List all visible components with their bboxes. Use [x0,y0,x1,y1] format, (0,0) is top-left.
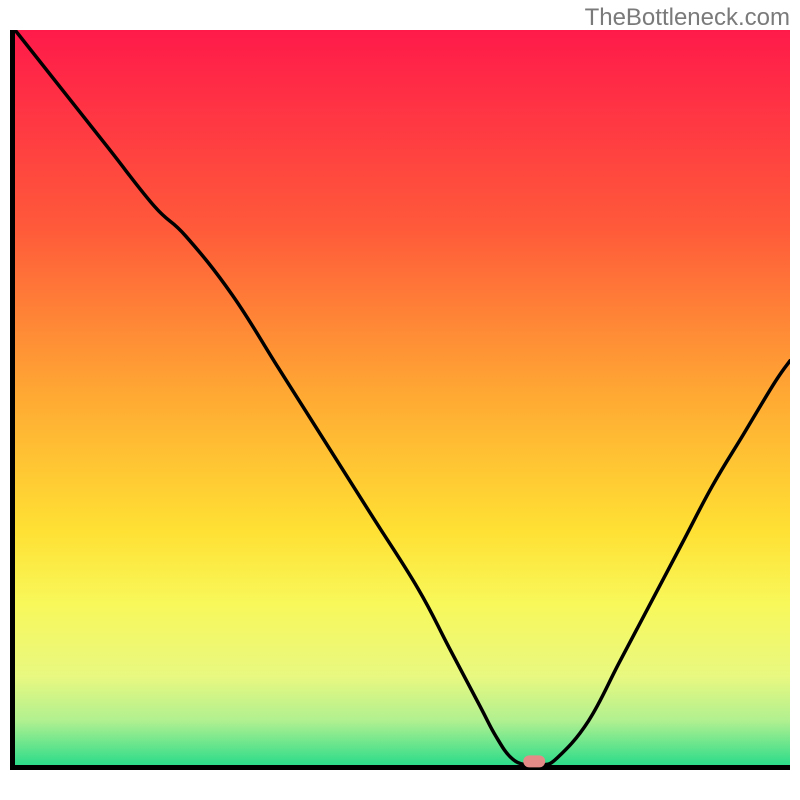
watermark-text: TheBottleneck.com [585,4,790,32]
optimal-point-marker [523,755,545,767]
chart-container: TheBottleneck.com [0,0,800,800]
plot-area [10,30,790,770]
chart-svg [10,30,790,770]
gradient-background [15,30,790,765]
